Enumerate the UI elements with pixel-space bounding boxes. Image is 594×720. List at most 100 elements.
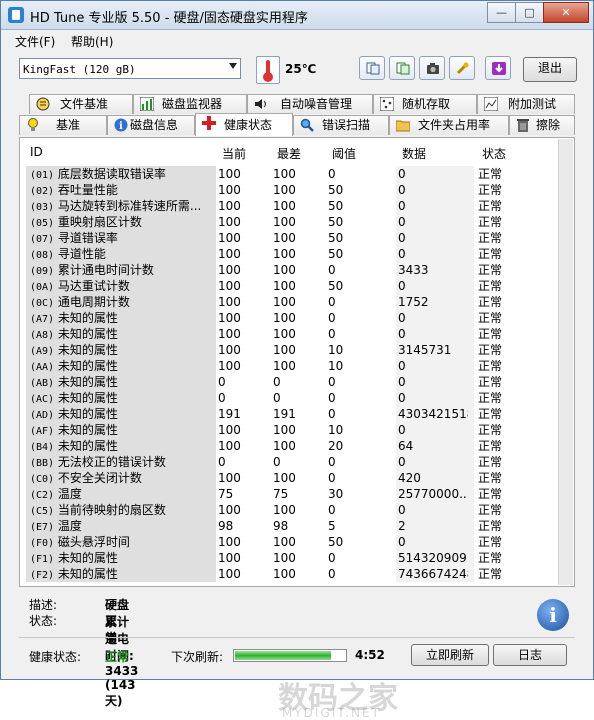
cell-current: 0: [218, 375, 226, 389]
cell-data: 7436674248: [398, 567, 468, 581]
screenshot-button[interactable]: [419, 56, 445, 80]
info-icon[interactable]: i: [537, 599, 569, 631]
minimize-button[interactable]: —: [487, 2, 516, 23]
col-header-threshold[interactable]: 阈值: [332, 145, 356, 165]
table-row[interactable]: (BB) 无法校正的错误计数 0 0 0 0 正常: [26, 454, 564, 470]
tab-random-access[interactable]: 随机存取: [373, 94, 477, 114]
col-header-id[interactable]: ID: [30, 145, 43, 165]
options-button[interactable]: [449, 56, 475, 80]
cell-current: 100: [218, 471, 241, 485]
table-row[interactable]: (AA) 未知的属性 100 100 10 0 正常: [26, 358, 564, 374]
cell-worst: 100: [273, 295, 296, 309]
cell-status: 正常: [478, 407, 503, 421]
table-row[interactable]: (A7) 未知的属性 100 100 0 0 正常: [26, 310, 564, 326]
cell-status: 正常: [478, 519, 503, 533]
cell-worst: 100: [273, 551, 296, 565]
vertical-scrollbar[interactable]: [558, 139, 573, 585]
footer-divider: [19, 637, 575, 638]
cell-attribute: (A7) 未知的属性: [26, 310, 216, 326]
cell-threshold: 10: [328, 423, 344, 437]
table-row[interactable]: (AD) 未知的属性 191 191 0 4303421518 正常: [26, 406, 564, 422]
cell-data: 25770000...: [398, 487, 468, 501]
cell-current: 100: [218, 551, 241, 565]
table-row[interactable]: (05) 重映射扇区计数 100 100 50 0 正常: [26, 214, 564, 230]
log-button[interactable]: 日志: [493, 644, 567, 666]
table-row[interactable]: (AB) 未知的属性 0 0 0 0 正常: [26, 374, 564, 390]
cell-status: 正常: [478, 247, 503, 261]
cell-current: 75: [218, 487, 234, 501]
drive-select[interactable]: KingFast (120 gB): [19, 58, 241, 79]
cell-data: 420: [398, 471, 421, 485]
cell-current: 100: [218, 439, 241, 453]
tab-disk-info[interactable]: i 磁盘信息: [107, 115, 195, 135]
copy-screen-button[interactable]: [389, 56, 415, 80]
table-row[interactable]: (AF) 未知的属性 100 100 10 0 正常: [26, 422, 564, 438]
exit-button[interactable]: 退出: [523, 57, 577, 82]
tab-aam[interactable]: 自动噪音管理: [247, 94, 373, 114]
tab-extra-tests[interactable]: 附加测试: [477, 94, 575, 114]
table-row[interactable]: (C0) 不安全关闭计数 100 100 0 420 正常: [26, 470, 564, 486]
col-header-data[interactable]: 数据: [402, 145, 426, 165]
cell-threshold: 0: [328, 471, 336, 485]
cell-threshold: 20: [328, 439, 344, 453]
cell-attribute: (F2) 未知的属性: [26, 566, 216, 582]
table-row[interactable]: (E7) 温度 98 98 5 2 正常: [26, 518, 564, 534]
cell-status: 正常: [478, 503, 503, 517]
col-header-status[interactable]: 状态: [482, 145, 506, 165]
table-row[interactable]: (09) 累计通电时间计数 100 100 0 3433 正常: [26, 262, 564, 278]
health-value: 正常: [105, 650, 130, 664]
table-row[interactable]: (07) 寻道错误率 100 100 50 0 正常: [26, 230, 564, 246]
table-row[interactable]: (F2) 未知的属性 100 100 0 7436674248 正常: [26, 566, 564, 582]
disk-monitor-icon: [140, 97, 154, 111]
refresh-now-button[interactable]: 立即刷新: [411, 644, 489, 666]
table-row[interactable]: (01) 底层数据读取错误率 100 100 0 0 正常: [26, 166, 564, 182]
cell-worst: 100: [273, 503, 296, 517]
table-row[interactable]: (A8) 未知的属性 100 100 0 0 正常: [26, 326, 564, 342]
menu-help[interactable]: 帮助(H): [71, 33, 113, 50]
table-row[interactable]: (03) 马达旋转到标准转速所需... 100 100 50 0 正常: [26, 198, 564, 214]
tab-error-scan[interactable]: 错误扫描: [293, 115, 389, 135]
col-header-current[interactable]: 当前: [222, 145, 246, 165]
tab-disk-monitor[interactable]: 磁盘监视器: [133, 94, 247, 114]
cell-attribute: (A9) 未知的属性: [26, 342, 216, 358]
cell-attribute: (02) 吞吐量性能: [26, 182, 216, 198]
maximize-button[interactable]: □: [515, 2, 544, 23]
table-row[interactable]: (08) 寻道性能 100 100 50 0 正常: [26, 246, 564, 262]
table-row[interactable]: (F1) 未知的属性 100 100 0 5143209091 正常: [26, 550, 564, 566]
tab-folder-usage[interactable]: 文件夹占用率: [389, 115, 509, 135]
cell-worst: 100: [273, 199, 296, 213]
table-row[interactable]: (AC) 未知的属性 0 0 0 0 正常: [26, 390, 564, 406]
cell-threshold: 0: [328, 551, 336, 565]
cell-threshold: 50: [328, 199, 344, 213]
table-row[interactable]: (C5) 当前待映射的扇区数 100 100 0 0 正常: [26, 502, 564, 518]
cell-attribute: (A8) 未知的属性: [26, 326, 216, 342]
cell-data: 0: [398, 231, 406, 245]
cell-worst: 100: [273, 167, 296, 181]
cell-attribute: (AA) 未知的属性: [26, 358, 216, 374]
tab-health[interactable]: 健康状态: [195, 113, 293, 136]
table-row[interactable]: (F0) 磁头悬浮时间 100 100 50 0 正常: [26, 534, 564, 550]
table-row[interactable]: (0C) 通电周期计数 100 100 0 1752 正常: [26, 294, 564, 310]
table-row[interactable]: (A9) 未知的属性 100 100 10 3145731 正常: [26, 342, 564, 358]
table-row[interactable]: (B4) 未知的属性 100 100 20 64 正常: [26, 438, 564, 454]
close-button[interactable]: ✕: [543, 2, 589, 23]
table-row[interactable]: (C2) 温度 75 75 30 25770000... 正常: [26, 486, 564, 502]
save-button[interactable]: [485, 56, 511, 80]
cell-data: 0: [398, 535, 406, 549]
file-benchmark-icon: [36, 97, 50, 111]
cell-threshold: 50: [328, 247, 344, 261]
refresh-progress-bar: [233, 649, 347, 662]
cell-worst: 100: [273, 535, 296, 549]
menu-file[interactable]: 文件(F): [15, 33, 55, 50]
tab-benchmark[interactable]: 基准: [19, 115, 107, 135]
desc-label: 描述:: [29, 598, 58, 612]
col-header-worst[interactable]: 最差: [277, 145, 301, 165]
copy-text-button[interactable]: [359, 56, 385, 80]
tab-erase[interactable]: 擦除: [509, 115, 575, 135]
cell-threshold: 0: [328, 311, 336, 325]
cell-threshold: 0: [328, 503, 336, 517]
table-row[interactable]: (0A) 马达重试计数 100 100 50 0 正常: [26, 278, 564, 294]
table-row[interactable]: (02) 吞吐量性能 100 100 50 0 正常: [26, 182, 564, 198]
thermometer-icon: [256, 56, 280, 84]
tab-file-benchmark[interactable]: 文件基准: [29, 94, 133, 114]
